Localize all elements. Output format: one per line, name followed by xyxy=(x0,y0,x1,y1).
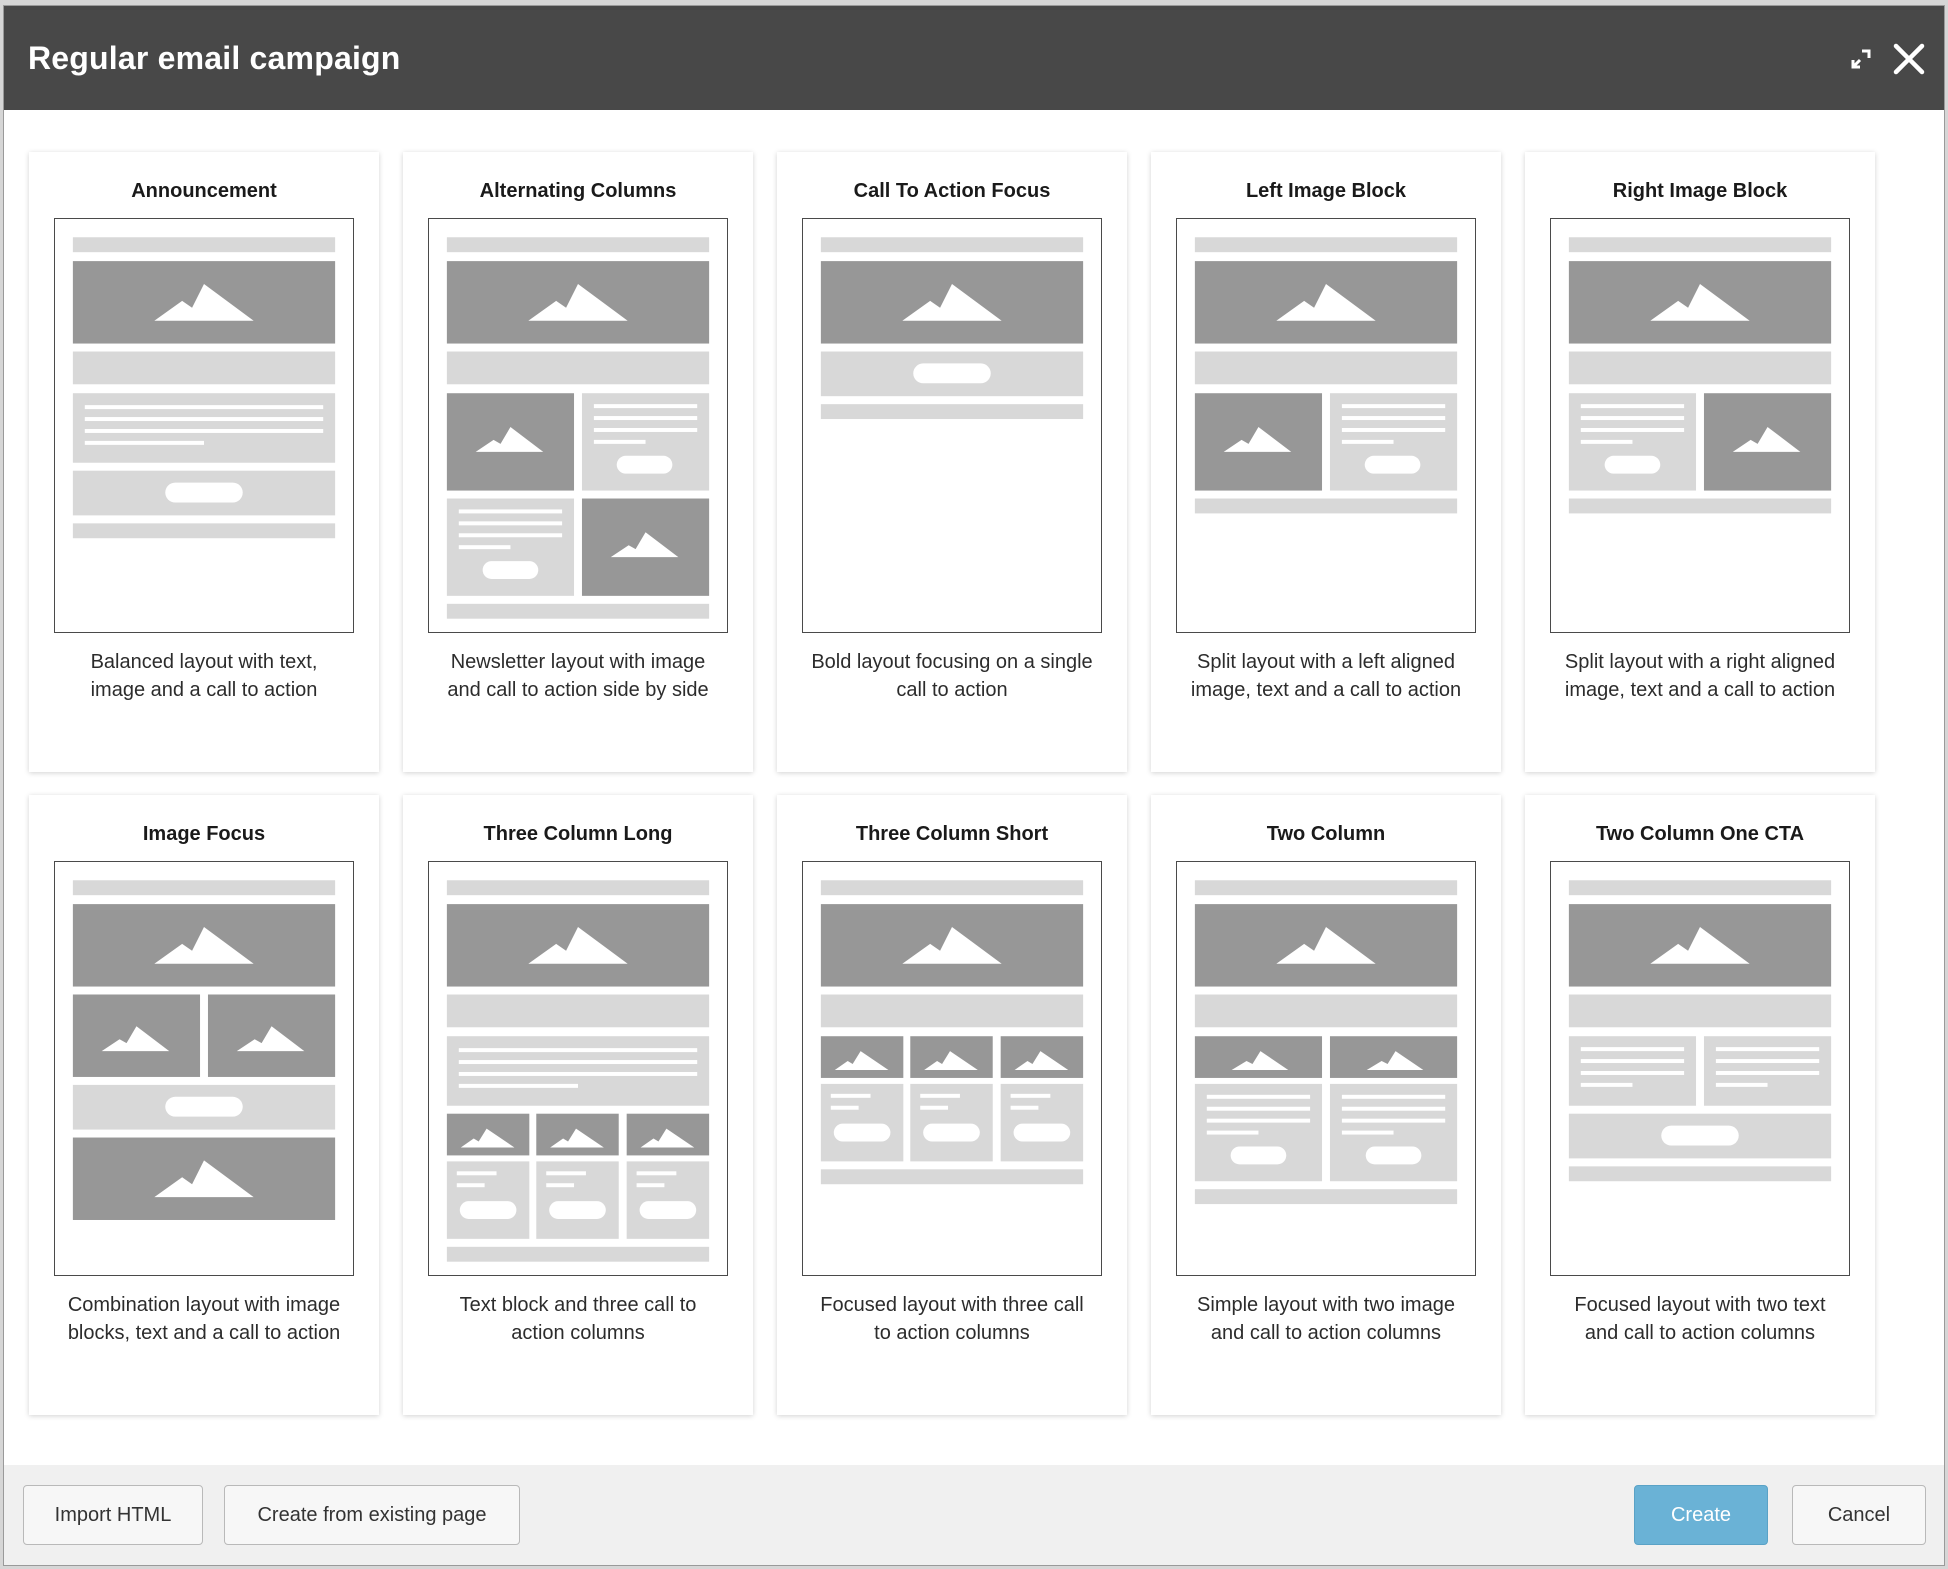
dialog-footer: Import HTML Create from existing page Cr… xyxy=(4,1465,1944,1565)
template-card-left-image-block[interactable]: Left Image Block Split layout with a lef… xyxy=(1151,152,1501,772)
dialog-titlebar: Regular email campaign xyxy=(4,6,1944,110)
template-description: Balanced layout with text, image and a ca… xyxy=(90,651,318,701)
template-title: Two Column xyxy=(1266,823,1386,845)
template-thumbnail xyxy=(428,861,728,1276)
template-description: Combination layout with image blocks, tex… xyxy=(67,1294,341,1344)
create-from-existing-page-button[interactable]: Create from existing page xyxy=(224,1485,520,1545)
template-title: Left Image Block xyxy=(1245,180,1407,202)
template-thumbnail xyxy=(54,218,354,633)
import-html-button[interactable]: Import HTML xyxy=(23,1485,203,1545)
template-thumbnail xyxy=(1176,218,1476,633)
template-title: Right Image Block xyxy=(1612,180,1788,202)
create-button[interactable]: Create xyxy=(1634,1485,1768,1545)
template-title: Announcement xyxy=(131,180,277,202)
template-card-three-column-long[interactable]: Three Column Long Text block and three c… xyxy=(403,795,753,1415)
template-description: Text block and three call to action colum… xyxy=(459,1294,697,1344)
template-card-alternating-columns[interactable]: Alternating Columns Newsletter layout wi… xyxy=(403,152,753,772)
cancel-button[interactable]: Cancel xyxy=(1792,1485,1926,1545)
template-description: Bold layout focusing on a single call to … xyxy=(811,651,1093,701)
dialog-title: Regular email campaign xyxy=(28,40,401,76)
template-card-image-focus[interactable]: Image Focus Combination layout with imag… xyxy=(29,795,379,1415)
template-thumbnail xyxy=(1550,218,1850,633)
close-icon[interactable] xyxy=(1888,38,1930,80)
template-title: Alternating Columns xyxy=(479,180,677,202)
template-description: Simple layout with two image and call to … xyxy=(1197,1294,1455,1344)
template-card-right-image-block[interactable]: Right Image Block Split layout with a ri… xyxy=(1525,152,1875,772)
template-gallery: Announcement Balanced layout with text, … xyxy=(4,110,1944,1468)
template-card-two-column[interactable]: Two Column Simple layout with two image … xyxy=(1151,795,1501,1415)
template-description: Split layout with a right aligned image, … xyxy=(1564,651,1836,701)
template-thumbnail xyxy=(54,861,354,1276)
template-title: Call To Action Focus xyxy=(853,180,1051,202)
expand-icon[interactable] xyxy=(1840,38,1882,80)
template-card-three-column-short[interactable]: Three Column Short Focused layout with t… xyxy=(777,795,1127,1415)
template-description: Focused layout with two text and call to … xyxy=(1574,1294,1826,1344)
template-card-announcement[interactable]: Announcement Balanced layout with text, … xyxy=(29,152,379,772)
template-thumbnail xyxy=(1550,861,1850,1276)
template-thumbnail xyxy=(428,218,728,633)
template-title: Two Column One CTA xyxy=(1595,823,1805,845)
template-description: Newsletter layout with image and call to … xyxy=(447,651,709,701)
template-thumbnail xyxy=(802,218,1102,633)
template-thumbnail xyxy=(1176,861,1476,1276)
template-card-two-column-one-cta[interactable]: Two Column One CTA Focused layout with t… xyxy=(1525,795,1875,1415)
template-title: Image Focus xyxy=(142,823,266,845)
template-description: Focused layout with three call to action … xyxy=(820,1294,1084,1344)
template-thumbnail xyxy=(802,861,1102,1276)
template-description: Split layout with a left aligned image, t… xyxy=(1190,651,1462,701)
template-title: Three Column Short xyxy=(855,823,1049,845)
template-grid: Announcement Balanced layout with text, … xyxy=(29,152,1875,1415)
template-title: Three Column Long xyxy=(483,823,673,845)
email-campaign-dialog: Regular email campaign Announcement Bala… xyxy=(3,5,1945,1566)
template-card-call-to-action-focus[interactable]: Call To Action Focus Bold layout focusin… xyxy=(777,152,1127,772)
